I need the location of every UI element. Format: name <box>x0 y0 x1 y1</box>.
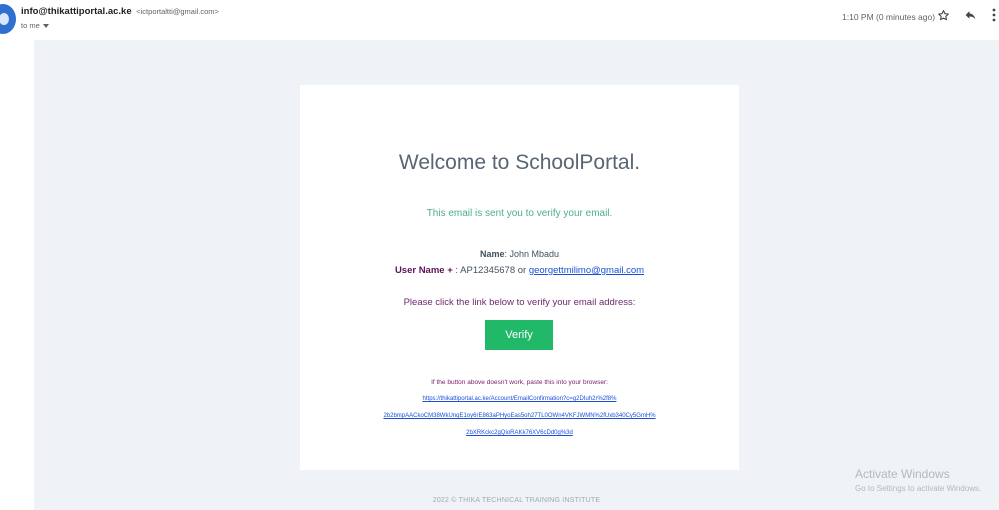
username-label: User Name + <box>394 265 456 276</box>
email-view: info@thikattiportal.ac.ke <ictportaltti@… <box>0 0 999 510</box>
username-line: User Name + : AP12345678 or georgettmili… <box>300 265 739 276</box>
activate-windows-subtitle: Go to Settings to activate Windows. <box>855 484 982 493</box>
name-line: Name: John Mbadu <box>300 249 739 259</box>
chevron-down-icon <box>42 23 49 28</box>
verification-note: This email is sent you to verify your em… <box>426 208 613 219</box>
activate-windows-title: Activate Windows <box>855 467 950 481</box>
confirmation-link-line-1[interactable]: https://thikattiportal.ac.ke/Account/Ema… <box>300 396 739 402</box>
recipient-label: to me <box>21 21 40 30</box>
more-vert-icon[interactable] <box>986 7 999 23</box>
reply-icon[interactable] <box>962 7 978 23</box>
email-card: Welcome to SchoolPortal. This email is s… <box>300 85 739 470</box>
sender-line: info@thikattiportal.ac.ke <ictportaltti@… <box>21 6 219 17</box>
sender-avatar[interactable] <box>0 4 16 34</box>
fallback-note: If the button above doesn't work, paste … <box>431 379 608 386</box>
footer-text: 2022 © THIKA TECHNICAL TRAINING INSTITUT… <box>432 497 601 504</box>
star-icon[interactable] <box>935 7 951 23</box>
message-timestamp: 1:10 PM (0 minutes ago) <box>842 12 936 22</box>
name-label: Name <box>479 249 505 259</box>
sender-name[interactable]: info@thikattiportal.ac.ke <box>21 6 132 17</box>
sender-address: <ictportaltti@gmail.com> <box>136 7 219 16</box>
welcome-heading: Welcome to SchoolPortal. <box>398 151 641 174</box>
username-email-link[interactable]: georgettmilimo@gmail.com <box>529 265 644 276</box>
name-value: : John Mbadu <box>504 249 560 259</box>
confirmation-link-line-3[interactable]: 2bXRKckc2gQioRAKk76XV6cDd0g%3d <box>300 430 739 436</box>
recipient-toggle[interactable]: to me <box>21 21 49 30</box>
click-instruction: Please click the link below to verify yo… <box>403 297 636 308</box>
verify-button[interactable]: Verify <box>485 320 553 350</box>
email-footer: 2022 © THIKA TECHNICAL TRAINING INSTITUT… <box>0 497 999 504</box>
username-value: : AP12345678 or <box>455 265 529 276</box>
confirmation-link-line-2[interactable]: 2b2bmpAACkoCM38WkUnqE1oy6rE863aPHyoEas5o… <box>300 413 739 419</box>
